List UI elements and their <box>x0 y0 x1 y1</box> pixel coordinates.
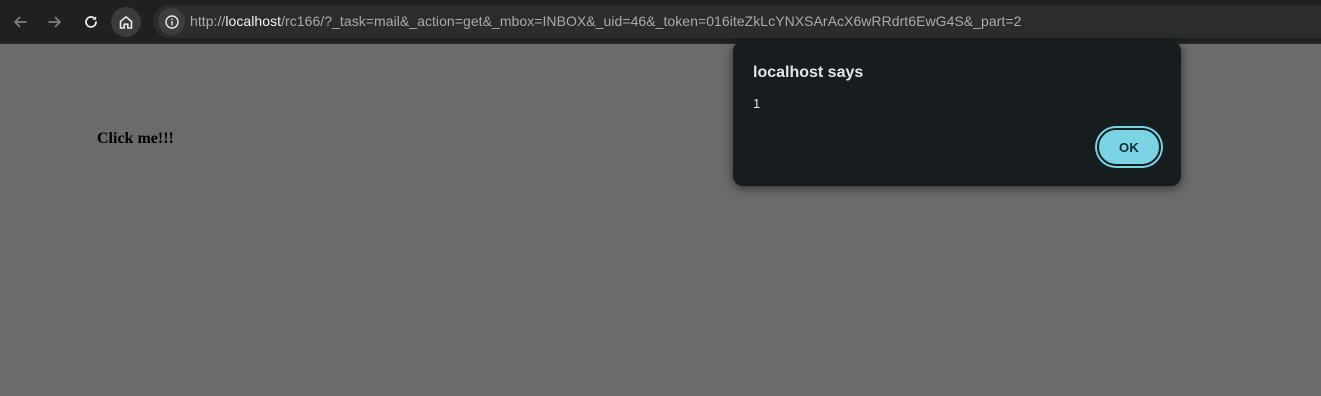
alert-dialog: localhost says 1 OK <box>733 41 1181 186</box>
alert-message: 1 <box>753 96 761 111</box>
browser-toolbar: http://localhost/rc166/?_task=mail&_acti… <box>0 0 1321 44</box>
site-info-icon <box>164 14 179 29</box>
ok-button[interactable]: OK <box>1097 128 1161 166</box>
back-button[interactable] <box>5 7 35 37</box>
alert-title: localhost says <box>753 64 864 81</box>
home-button[interactable] <box>111 7 141 37</box>
url-text[interactable]: http://localhost/rc166/?_task=mail&_acti… <box>190 13 1021 29</box>
url-host: localhost <box>225 13 282 29</box>
click-me-link[interactable]: Click me!!! <box>97 130 174 148</box>
home-icon <box>119 16 133 29</box>
url-path: /rc166/?_task=mail&_action=get&_mbox=INB… <box>281 13 1022 29</box>
forward-arrow-icon <box>48 16 61 28</box>
url-scheme: http:// <box>190 13 226 29</box>
address-bar[interactable]: http://localhost/rc166/?_task=mail&_acti… <box>153 5 1321 38</box>
back-arrow-icon <box>14 16 27 28</box>
reload-button[interactable] <box>76 7 106 37</box>
reload-icon <box>85 16 97 28</box>
forward-button[interactable] <box>40 7 70 37</box>
site-info-button[interactable] <box>158 8 185 35</box>
